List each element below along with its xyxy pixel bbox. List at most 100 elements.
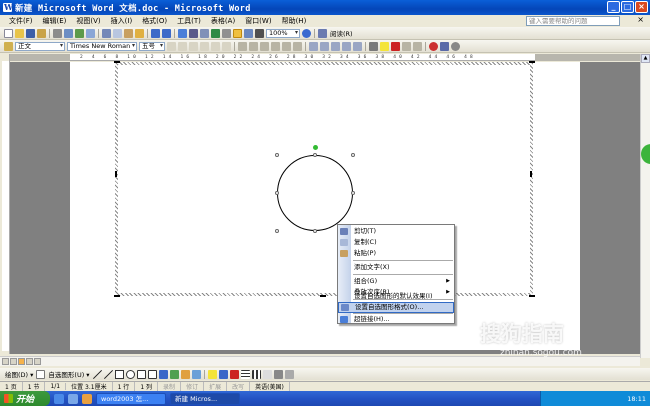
textbox-icon[interactable] (136, 369, 146, 379)
status-ext[interactable]: 扩展 (204, 382, 228, 391)
save-icon[interactable] (26, 28, 35, 38)
status-ovr[interactable]: 改写 (227, 382, 251, 391)
align-center-icon[interactable] (249, 41, 258, 51)
phonetic-guide-icon[interactable] (353, 41, 362, 51)
new-icon[interactable] (4, 28, 13, 38)
vertical-ruler[interactable] (0, 54, 10, 354)
canvas-handle-mr[interactable] (530, 171, 532, 177)
media-player-icon[interactable] (82, 393, 92, 404)
scroll-up-icon[interactable]: ▲ (641, 54, 650, 63)
rectangle-icon[interactable] (114, 369, 124, 379)
open-icon[interactable] (15, 28, 24, 38)
close-document-icon[interactable]: × (637, 15, 644, 24)
columns-icon[interactable] (222, 28, 231, 38)
stop-icon[interactable] (440, 41, 449, 51)
drawing-icon[interactable] (233, 28, 242, 38)
insert-excel-icon[interactable] (211, 28, 220, 38)
wordart-icon[interactable] (158, 369, 168, 379)
status-rec[interactable]: 录制 (158, 382, 182, 391)
menu-table[interactable]: 表格(A) (206, 16, 240, 26)
char-shading-icon[interactable] (211, 41, 220, 51)
ctx-copy[interactable]: 复制(C) (338, 237, 454, 248)
ctx-format-autoshape[interactable]: 设置自选图形格式(O)... (338, 302, 454, 313)
minimize-button[interactable]: _ (607, 1, 620, 13)
status-trk[interactable]: 修订 (181, 382, 205, 391)
show-desktop-icon[interactable] (68, 393, 78, 404)
record-icon[interactable] (429, 41, 438, 51)
document-map-icon[interactable] (244, 28, 253, 38)
line-style-icon[interactable] (240, 369, 250, 379)
horizontal-ruler[interactable]: 2 4 6 8 10 12 14 16 18 20 22 24 26 28 30… (10, 54, 640, 61)
canvas-handle-tr[interactable] (529, 61, 535, 63)
rotation-handle[interactable] (313, 145, 318, 150)
menu-window[interactable]: 窗口(W) (240, 16, 276, 26)
format-painter-icon[interactable] (135, 28, 144, 38)
ctx-paste[interactable]: 粘贴(P) (338, 248, 454, 259)
undo-icon[interactable] (151, 28, 160, 38)
spelling-icon[interactable] (75, 28, 84, 38)
arrow-style-icon[interactable] (262, 369, 272, 379)
paste-icon[interactable] (124, 28, 133, 38)
insert-table-icon[interactable] (200, 28, 209, 38)
maximize-button[interactable]: □ (621, 1, 634, 13)
menu-view[interactable]: 视图(V) (71, 16, 105, 26)
research-icon[interactable] (86, 28, 95, 38)
normal-view-button[interactable] (2, 358, 9, 365)
menu-format[interactable]: 格式(O) (137, 16, 172, 26)
print-preview-icon[interactable] (64, 28, 73, 38)
line-color-icon[interactable] (218, 369, 228, 379)
style-select[interactable]: 正文 (15, 41, 65, 51)
resize-handle-tm[interactable] (313, 153, 317, 157)
print-view-button[interactable] (18, 358, 25, 365)
web-view-button[interactable] (10, 358, 17, 365)
menu-help[interactable]: 帮助(H) (277, 16, 312, 26)
taskbar-item-browser[interactable]: word2003 怎... (96, 392, 166, 405)
clock[interactable]: 18:11 (627, 395, 646, 403)
menu-edit[interactable]: 编辑(E) (38, 16, 72, 26)
justify-icon[interactable] (271, 41, 280, 51)
close-button[interactable]: × (635, 1, 648, 13)
menu-insert[interactable]: 插入(I) (106, 16, 138, 26)
italic-icon[interactable] (178, 41, 187, 51)
resize-handle-bl[interactable] (275, 229, 279, 233)
line-icon[interactable] (92, 369, 102, 379)
show-hide-icon[interactable] (255, 28, 264, 38)
underline-icon[interactable] (189, 41, 198, 51)
font-color-icon[interactable] (229, 369, 239, 379)
ie-icon[interactable] (54, 393, 64, 404)
decrease-indent-icon[interactable] (331, 41, 340, 51)
read-mode-button[interactable]: 阅读(R) (330, 28, 353, 38)
shadow-icon[interactable] (273, 369, 283, 379)
ctx-hyperlink[interactable]: 超链接(H)... (338, 314, 454, 325)
reading-view-button[interactable] (34, 358, 41, 365)
cut-icon[interactable] (102, 28, 111, 38)
vertical-textbox-icon[interactable] (147, 369, 157, 379)
tables-borders-icon[interactable] (189, 28, 198, 38)
3d-icon[interactable] (284, 369, 294, 379)
font-size-select[interactable]: 五号 (139, 41, 165, 51)
help-search-input[interactable]: 键入需要帮助的问题 (526, 16, 620, 26)
align-left-icon[interactable] (238, 41, 247, 51)
menu-tools[interactable]: 工具(T) (172, 16, 206, 26)
select-objects-icon[interactable] (36, 369, 46, 379)
picture-icon[interactable] (191, 369, 201, 379)
clipart-icon[interactable] (180, 369, 190, 379)
canvas-handle-br[interactable] (529, 295, 535, 297)
draw-menu-button[interactable]: 绘图(D) ▾ (5, 369, 33, 379)
print-icon[interactable] (53, 28, 62, 38)
resize-handle-bm[interactable] (313, 229, 317, 233)
canvas-handle-ml[interactable] (115, 171, 117, 177)
diagram-icon[interactable] (169, 369, 179, 379)
circle-shape[interactable] (277, 155, 353, 231)
redo-icon[interactable] (162, 28, 171, 38)
hyperlink-icon[interactable] (178, 28, 187, 38)
line-spacing-icon[interactable] (293, 41, 302, 51)
taskbar-item-word[interactable]: 新建 Micros... (170, 392, 240, 405)
vertical-scrollbar[interactable]: ▲ (640, 54, 650, 358)
increase-indent-icon[interactable] (342, 41, 351, 51)
ctx-add-text[interactable]: 添加文字(X) (338, 262, 454, 273)
resize-handle-tl[interactable] (275, 153, 279, 157)
styles-pane-icon[interactable] (4, 41, 13, 51)
font-color-icon[interactable] (391, 41, 400, 51)
oval-icon[interactable] (125, 369, 135, 379)
